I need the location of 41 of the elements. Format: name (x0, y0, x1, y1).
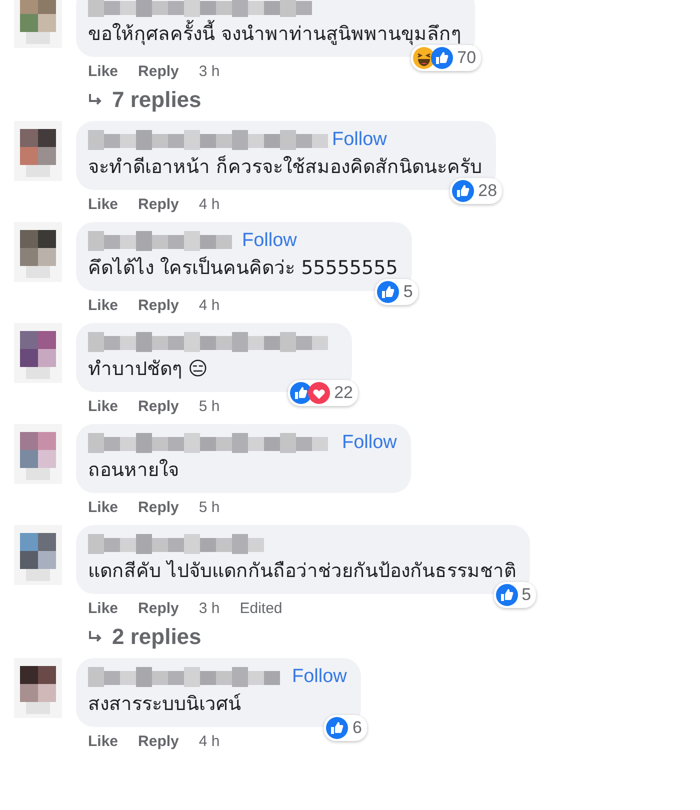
like-link[interactable]: Like (88, 62, 118, 80)
reply-link[interactable]: Reply (138, 732, 179, 750)
like-link[interactable]: Like (88, 600, 118, 616)
reaction-count: 28 (478, 181, 498, 201)
like-link[interactable]: Like (88, 398, 118, 414)
comment-text: สงสารระบบนิเวศน์ (88, 692, 242, 717)
comment-time: 3 h (198, 600, 220, 616)
like-link[interactable]: Like (88, 732, 118, 750)
comment-text: ขอให้กุศลครั้งนี้ จงนำพาท่านสูนิพพานขุมลึกๆ (88, 20, 462, 48)
comment-time: 3 h (198, 62, 220, 80)
comment-text: แดกสีคับ ไปจับแดกกันถือว่าช่วยกันป้องกันธรรมชาติ (88, 559, 516, 584)
view-replies-link[interactable]: 7 replies (76, 85, 202, 117)
comment-text: ถอนหายใจ (88, 458, 180, 483)
follow-link[interactable]: Follow (242, 230, 297, 252)
reply-link[interactable]: Reply (138, 498, 179, 516)
like-link[interactable]: Like (88, 196, 118, 212)
reaction-count: 6 (352, 718, 362, 738)
comment-time: 5 h (198, 398, 220, 414)
follow-link[interactable]: Follow (342, 432, 397, 454)
comment-time: 4 h (198, 732, 220, 750)
comment-time: 4 h (198, 196, 220, 212)
follow-link[interactable]: Follow (332, 129, 387, 151)
reply-link[interactable]: Reply (138, 196, 179, 212)
reply-link[interactable]: Reply (138, 600, 179, 616)
reply-link[interactable]: Reply (138, 296, 179, 314)
view-replies-link[interactable]: 2 replies (76, 622, 202, 654)
reaction-count: 22 (334, 383, 353, 403)
reaction-count: 70 (457, 48, 476, 68)
follow-link[interactable]: Follow (292, 666, 347, 688)
reaction-count: 5 (522, 585, 532, 605)
comment-time: 5 h (198, 498, 220, 516)
comment-text: ทำบาปชัดๆ 😑 (88, 357, 209, 382)
reaction-count: 5 (403, 282, 413, 302)
comment-text: จะทำดีเอาหน้า ก็ควรจะใช้สมองคิดสักนิดนะครับ (88, 154, 482, 180)
comment-text: คึดได้ไง ใครเป็นคนคิดว่ะ 55555555 (88, 255, 398, 281)
reply-link[interactable]: Reply (138, 398, 179, 414)
like-link[interactable]: Like (88, 498, 118, 516)
like-link[interactable]: Like (88, 296, 118, 314)
reply-link[interactable]: Reply (138, 62, 179, 80)
edited-label: Edited (240, 600, 282, 616)
comment-time: 4 h (198, 296, 220, 314)
